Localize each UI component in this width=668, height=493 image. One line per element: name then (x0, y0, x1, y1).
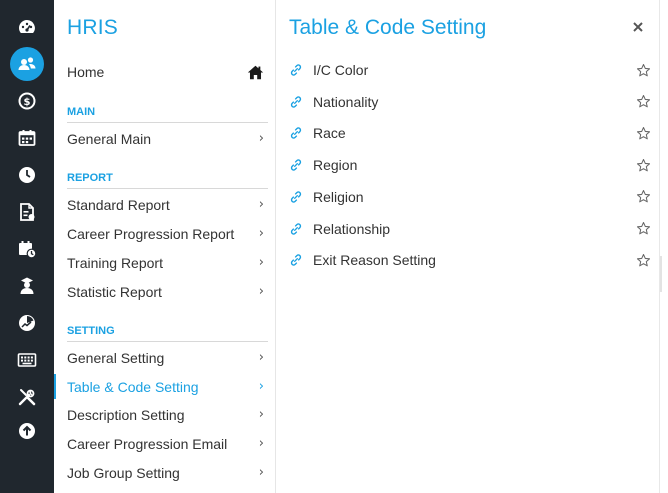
code-setting-link-label: I/C Color (313, 62, 369, 78)
close-icon (633, 22, 643, 32)
code-setting-link-label: Region (313, 157, 358, 174)
svg-text:$: $ (24, 97, 31, 108)
link-icon (290, 254, 302, 266)
rail-settings[interactable] (0, 380, 54, 414)
code-setting-link-label: Exit Reason Setting (313, 252, 436, 269)
chevron-right-icon: › (258, 284, 264, 299)
menu-item-label: Career Progression Report (67, 225, 235, 242)
dashboard-icon (19, 20, 35, 33)
code-setting-link[interactable]: Religion (289, 184, 651, 210)
code-setting-link-label: Religion (313, 188, 364, 205)
rail-schedule[interactable] (0, 232, 54, 266)
menu-item-label: General Main (67, 130, 152, 147)
chevron-right-icon: › (258, 436, 264, 451)
person-icon (20, 277, 34, 294)
link-icon (290, 159, 302, 171)
upload-icon (19, 423, 35, 439)
star-icon[interactable] (636, 94, 651, 109)
rail-upload[interactable] (0, 414, 54, 448)
rail-training[interactable] (0, 269, 54, 303)
menu-item-career-progression-report[interactable]: Career Progression Report › (54, 219, 275, 248)
menu-item-label: Career Progression Email (67, 435, 228, 452)
keyboard-icon (17, 353, 37, 367)
home-label: Home (67, 64, 105, 80)
rail-documents[interactable] (0, 195, 54, 229)
link-icon (290, 64, 302, 76)
star-icon[interactable] (636, 63, 651, 78)
menu-item-statistic-report[interactable]: Statistic Report › (54, 277, 275, 306)
rail-reports[interactable] (0, 306, 54, 340)
menu-item-label: Statistic Report (67, 283, 162, 300)
rail-active-bubble (10, 47, 44, 81)
code-setting-link[interactable]: Region (289, 152, 651, 178)
code-setting-link-label: Nationality (313, 93, 379, 110)
home-icon (247, 65, 264, 79)
star-icon[interactable] (636, 158, 651, 173)
scrollbar-track[interactable] (660, 256, 662, 292)
tools-icon (18, 389, 36, 406)
chevron-right-icon: › (258, 350, 264, 365)
menu-item-general-main[interactable]: General Main › (54, 124, 275, 153)
page-edge (660, 0, 668, 493)
rail-users[interactable] (0, 47, 54, 81)
chevron-right-icon: › (258, 226, 264, 241)
rail-calendar[interactable] (0, 121, 54, 155)
star-icon[interactable] (636, 221, 651, 236)
rail-attendance[interactable] (0, 158, 54, 192)
chevron-right-icon: › (258, 131, 264, 146)
menu-home-link[interactable]: Home (67, 59, 264, 85)
menu-item-general-setting[interactable]: General Setting › (54, 343, 275, 372)
rail-keyboard[interactable] (0, 343, 54, 377)
calendar-icon (18, 130, 36, 146)
code-setting-link-label: Race (313, 125, 346, 142)
chart-icon (19, 315, 35, 331)
rail-payroll[interactable]: $ (0, 84, 54, 118)
schedule-icon (19, 241, 37, 259)
menu-item-label: Description Setting (67, 406, 185, 423)
code-setting-link[interactable]: Race (289, 120, 651, 146)
code-setting-link[interactable]: I/C Color (289, 57, 651, 83)
content-title: Table & Code Setting (289, 16, 487, 39)
code-setting-link[interactable]: Exit Reason Setting (289, 247, 651, 273)
chevron-right-icon: › (258, 255, 264, 270)
close-button[interactable] (629, 18, 647, 36)
hris-menu-panel: HRIS Home MAIN General Main › REPORT Sta… (54, 0, 276, 493)
document-icon (20, 203, 35, 221)
chevron-right-icon: › (258, 379, 264, 394)
content-panel: Table & Code Setting I/C Color Nationalit… (277, 0, 660, 493)
menu-item-career-progression-email[interactable]: Career Progression Email › (54, 429, 275, 458)
star-icon[interactable] (636, 126, 651, 141)
menu-item-label: Job Group Setting (67, 464, 180, 481)
menu-item-job-group-setting[interactable]: Job Group Setting › (54, 458, 275, 487)
menu-item-table-code-setting[interactable]: Table & Code Setting › (54, 372, 275, 401)
star-icon[interactable] (636, 253, 651, 268)
menu-item-training-report[interactable]: Training Report › (54, 248, 275, 277)
code-setting-link[interactable]: Relationship (289, 216, 651, 242)
link-icon (290, 222, 302, 235)
link-icon (290, 127, 302, 140)
section-report: REPORT (67, 172, 268, 189)
icon-rail: $ (0, 0, 54, 493)
chevron-right-icon: › (258, 197, 264, 212)
star-icon[interactable] (636, 189, 651, 204)
link-icon (290, 191, 302, 203)
menu-item-label: General Setting (67, 349, 165, 366)
section-setting: SETTING (67, 325, 268, 342)
chevron-right-icon: › (258, 465, 264, 480)
menu-item-label: Table & Code Setting (67, 378, 199, 395)
menu-item-label: Standard Report (67, 196, 170, 213)
menu-item-standard-report[interactable]: Standard Report › (54, 190, 275, 219)
users-icon (18, 57, 36, 70)
clock-icon (19, 167, 35, 183)
menu-item-label: Training Report (67, 254, 163, 271)
chevron-right-icon: › (258, 407, 264, 422)
payroll-icon: $ (18, 92, 36, 110)
menu-title: HRIS (67, 16, 118, 39)
code-setting-link-label: Relationship (313, 220, 391, 237)
code-setting-link[interactable]: Nationality (289, 89, 651, 115)
link-icon (290, 96, 302, 108)
rail-dashboard[interactable] (0, 10, 54, 44)
section-main: MAIN (67, 106, 268, 123)
menu-item-description-setting[interactable]: Description Setting › (54, 400, 275, 429)
